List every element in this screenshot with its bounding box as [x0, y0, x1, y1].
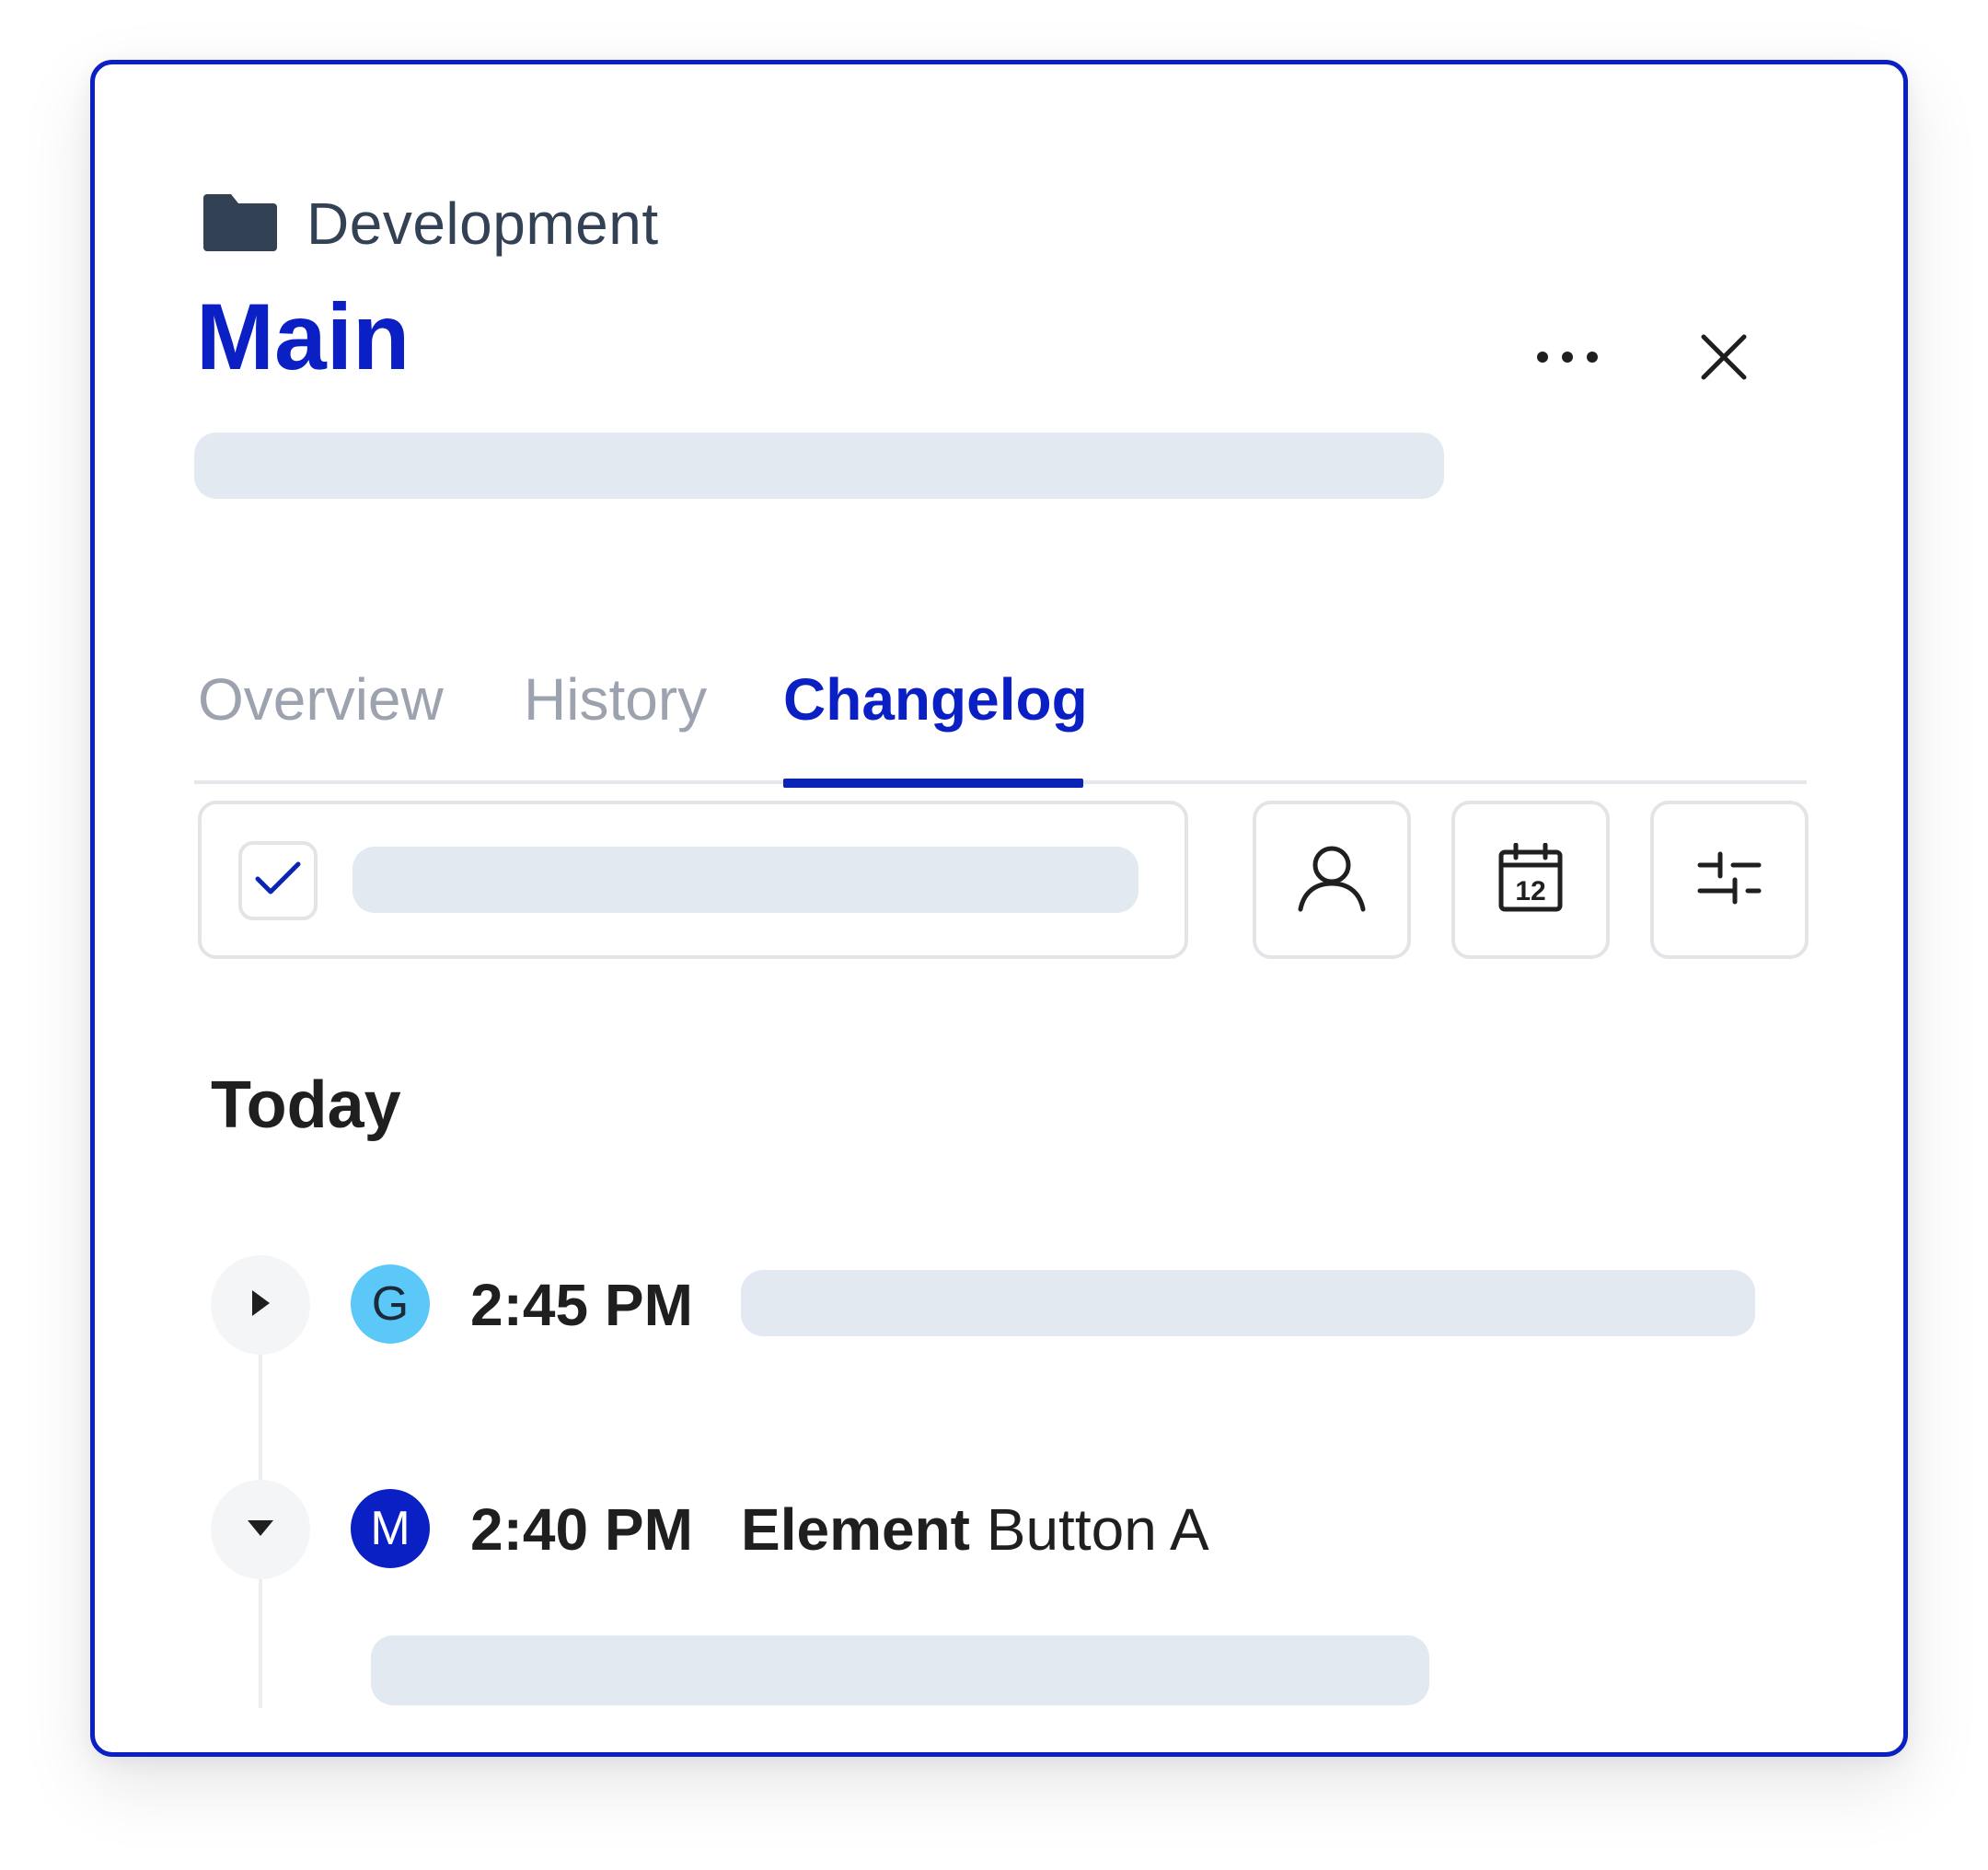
breadcrumb[interactable]: Development [202, 173, 659, 274]
tab-changelog[interactable]: Changelog [783, 635, 1088, 764]
breadcrumb-label: Development [306, 190, 659, 257]
stage: Development Main Overview History Change… [0, 0, 1988, 1870]
tab-history[interactable]: History [524, 635, 707, 764]
tab-overview[interactable]: Overview [198, 635, 444, 764]
select-all-checkbox[interactable] [238, 841, 318, 920]
entry-time: 2:45 PM [470, 1272, 693, 1338]
entry-detail-placeholder [371, 1635, 1429, 1705]
entry-description-placeholder [741, 1270, 1755, 1336]
filter-by-user-button[interactable] [1253, 801, 1411, 959]
filter-placeholder [353, 847, 1138, 913]
check-icon [254, 860, 302, 902]
filter-by-date-button[interactable]: 12 [1451, 801, 1610, 959]
avatar: G [351, 1264, 430, 1344]
more-options-button[interactable] [1503, 313, 1632, 405]
folder-icon [202, 190, 279, 258]
subtitle-placeholder [194, 433, 1444, 499]
user-icon [1297, 843, 1367, 918]
entry-target: Button A [986, 1496, 1209, 1563]
section-heading: Today [211, 1068, 401, 1142]
caret-down-icon [245, 1517, 276, 1543]
calendar-day-label: 12 [1515, 876, 1545, 906]
tab-bar: Overview History Changelog [194, 635, 1807, 791]
entry-time: 2:40 PM [470, 1496, 693, 1563]
entry-type: Element [741, 1496, 970, 1563]
close-icon [1700, 333, 1748, 386]
close-button[interactable] [1659, 313, 1788, 405]
sliders-icon [1696, 850, 1763, 910]
timeline-connector [259, 1355, 262, 1480]
calendar-icon: 12 [1497, 842, 1564, 918]
avatar: M [351, 1489, 430, 1568]
expand-entry-button[interactable] [211, 1255, 310, 1355]
active-tab-indicator [783, 779, 1083, 788]
filter-input[interactable] [198, 801, 1188, 959]
more-horizontal-icon [1535, 350, 1600, 369]
entry-summary: Element Button A [741, 1500, 1209, 1559]
caret-right-icon [248, 1287, 272, 1323]
collapse-entry-button[interactable] [211, 1480, 310, 1579]
page-title: Main [196, 284, 410, 389]
timeline-connector [259, 1579, 262, 1708]
changelog-panel: Development Main Overview History Change… [90, 60, 1908, 1757]
filter-settings-button[interactable] [1650, 801, 1809, 959]
